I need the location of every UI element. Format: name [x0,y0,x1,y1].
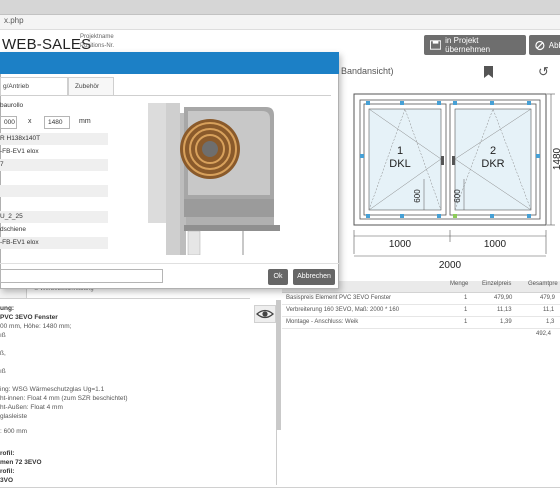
dim-width-left: 1000 [389,239,412,250]
tab-antrieb[interactable]: g/Antrieb [0,77,68,95]
info-line: men 72 3EVO [0,459,42,466]
dialog-footer-divider [0,263,339,264]
table-row[interactable]: Montage - Anschluss: Weik 1 1,39 1,3 [282,317,560,329]
cancel-top-label: Abb [548,40,560,50]
height-input[interactable]: 1480 [44,116,70,129]
sash-right-label: DKR [481,158,504,170]
adopt-to-project-button[interactable]: in Projekt übernehmen [424,35,526,55]
row-gesamt: 479,9 [540,295,556,301]
info-line: ing: WSG Wärmeschutzglas Ug=1.1 [0,386,105,393]
dim-total-width: 2000 [439,260,462,271]
info-line: ht-Außen: Float 4 mm [0,404,63,411]
row-menge: 1 [464,319,468,325]
undo-icon[interactable]: ↺ [538,64,549,80]
config-row[interactable] [0,198,108,210]
project-name-label: Projektname [80,34,114,40]
drawing-title: Bandansicht) [341,66,394,76]
row-gesamt: 1,3 [546,319,555,325]
row-menge: 1 [464,307,468,313]
dimension-separator: x [28,118,32,125]
config-row[interactable]: dschiene [0,224,108,236]
url-bar[interactable] [0,15,560,30]
eye-icon [256,309,274,319]
preview-toggle-button[interactable] [254,305,276,323]
row-desc: Montage - Anschluss: Weik [286,319,359,325]
row-menge: 1 [464,295,468,301]
table-total: 492,4 [536,331,552,337]
config-row[interactable]: R H138x140T [0,133,108,145]
config-row[interactable]: U_2_25 [0,211,108,223]
tab-zubehoer[interactable]: Zubehör [68,77,114,95]
dim-handle-left: 600 [413,189,422,203]
info-line: ıß [0,368,6,375]
info-line: rofil: [0,468,15,475]
position-number-label: Positions-Nr. [80,43,115,49]
window-drawing: 1 DKL 2 DKR 600 600 1480 1000 1000 2000 [353,93,560,271]
url-text: x.php [4,16,24,25]
bookmark-icon[interactable] [484,66,493,78]
cancel-icon [535,40,545,50]
config-row[interactable]: -FB-EV1 elox [0,237,108,249]
col-menge: Menge [450,281,469,287]
ok-button[interactable]: Ok [268,269,288,285]
row-einzel: 11,13 [497,307,512,313]
description-panel: ung: PVC 3EVO Fenster 00 mm, Höhe: 1480 … [0,300,277,485]
info-line: ıß [0,332,6,339]
row-einzel: 479,90 [494,295,513,301]
info-line: rofil: [0,450,15,457]
config-row[interactable] [0,185,108,197]
row-gesamt: 11,1 [543,307,555,313]
info-line: PVC 3EVO Fenster [0,314,58,321]
unit-label: mm [79,118,91,125]
browser-bar [0,0,560,15]
info-line: ht-innen: Float 4 mm (zum SZR beschichte… [0,395,128,402]
roller-shutter-image [148,103,324,255]
info-line: glasleiste [0,413,28,420]
info-line: 00 mm, Höhe: 1480 mm; [0,323,72,330]
dialog-header[interactable] [0,52,339,74]
sash-right-number: 2 [490,145,496,157]
bottom-divider [0,487,560,488]
brand-logo: WEB-SALES [2,36,92,53]
col-einzelpreis: Einzelpreis [482,281,512,287]
tab-divider [0,95,331,96]
sash-left-number: 1 [397,145,403,157]
dim-width-right: 1000 [484,239,507,250]
config-row: baurollo [0,102,24,109]
info-line: ß, [0,350,6,357]
info-scrollbar[interactable] [276,300,281,430]
row-desc: Verbreiterung 160 3EVO, Maß: 2000 * 160 [286,307,400,313]
row-desc: Basispreis Element PVC 3EVO Fenster [286,295,392,301]
dim-height: 1480 [552,147,560,170]
info-line: ung: [0,305,15,312]
table-row[interactable]: Basispreis Element PVC 3EVO Fenster 1 47… [282,293,560,305]
info-line: 3VO [0,477,14,484]
config-row[interactable] [0,172,108,184]
cancel-button[interactable]: Abbrechen [293,269,335,285]
table-row[interactable]: Verbreiterung 160 3EVO, Maß: 2000 * 160 … [282,305,560,317]
cancel-top-button[interactable]: Abb [529,35,560,55]
save-icon [430,40,442,50]
config-row[interactable]: 7 [0,159,108,171]
col-gesamtpreis: Gesamtpre [528,281,558,287]
info-line: : 600 mm [0,428,28,435]
config-row[interactable]: -FB-EV1 elox [0,146,108,158]
dialog-text-input[interactable] [0,269,163,283]
dim-handle-right: 600 [453,189,462,203]
adopt-to-project-label: in Projekt übernehmen [445,36,491,54]
width-input[interactable]: 000 [0,116,17,129]
row-einzel: 1,39 [500,319,512,325]
sash-left-label: DKL [389,158,410,170]
